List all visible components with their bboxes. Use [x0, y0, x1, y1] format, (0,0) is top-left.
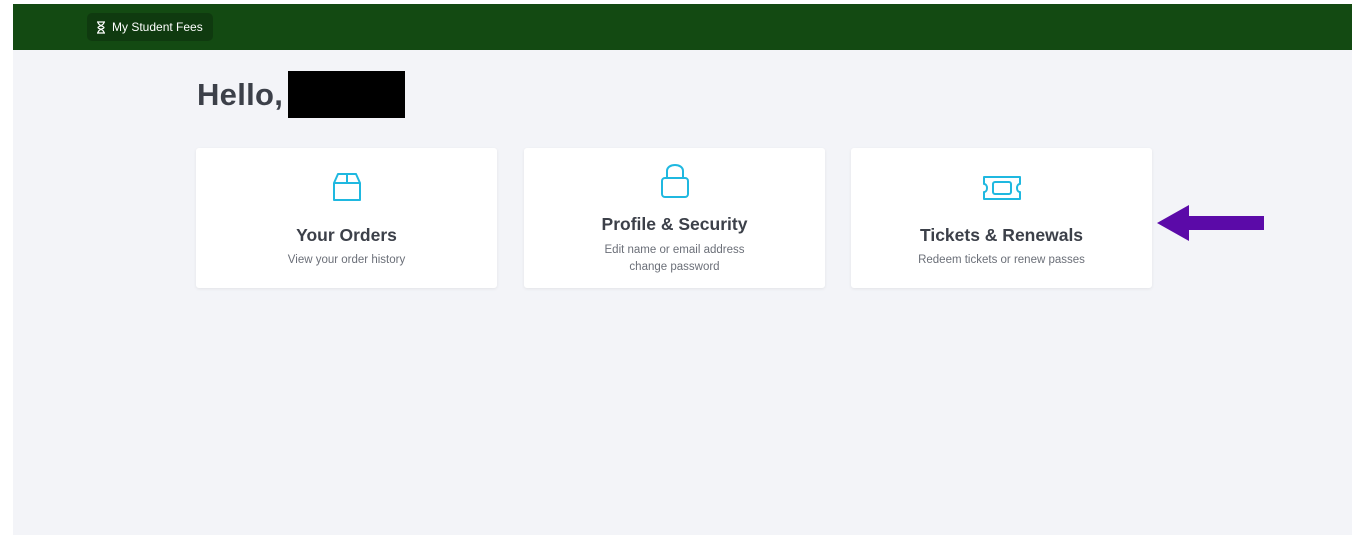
- tickets-renewals-card[interactable]: Tickets & Renewals Redeem tickets or ren…: [851, 148, 1152, 288]
- my-student-fees-button[interactable]: My Student Fees: [87, 13, 213, 41]
- ticket-icon: [980, 174, 1024, 202]
- profile-security-card[interactable]: Profile & Security Edit name or email ad…: [524, 148, 825, 288]
- greeting: Hello,: [197, 71, 406, 118]
- card-description: Redeem tickets or renew passes: [918, 254, 1085, 266]
- app-frame: My Student Fees Hello, Your Orders View …: [13, 4, 1352, 535]
- card-title: Profile & Security: [601, 214, 748, 234]
- hourglass-icon: [95, 20, 107, 34]
- box-icon: [330, 170, 364, 204]
- card-title: Tickets & Renewals: [919, 225, 1084, 245]
- card-description: View your order history: [287, 254, 406, 266]
- lock-icon: [659, 160, 691, 200]
- greeting-text: Hello,: [197, 76, 284, 112]
- annotation-arrow-icon: [1157, 203, 1265, 248]
- your-orders-card[interactable]: Your Orders View your order history: [196, 148, 497, 288]
- top-navigation-bar: My Student Fees: [13, 4, 1352, 50]
- card-title: Your Orders: [296, 225, 397, 245]
- redacted-username: [288, 71, 406, 118]
- brand-label: My Student Fees: [112, 20, 203, 34]
- card-description-line2: change password: [629, 261, 720, 273]
- card-description: Edit name or email address: [604, 244, 745, 256]
